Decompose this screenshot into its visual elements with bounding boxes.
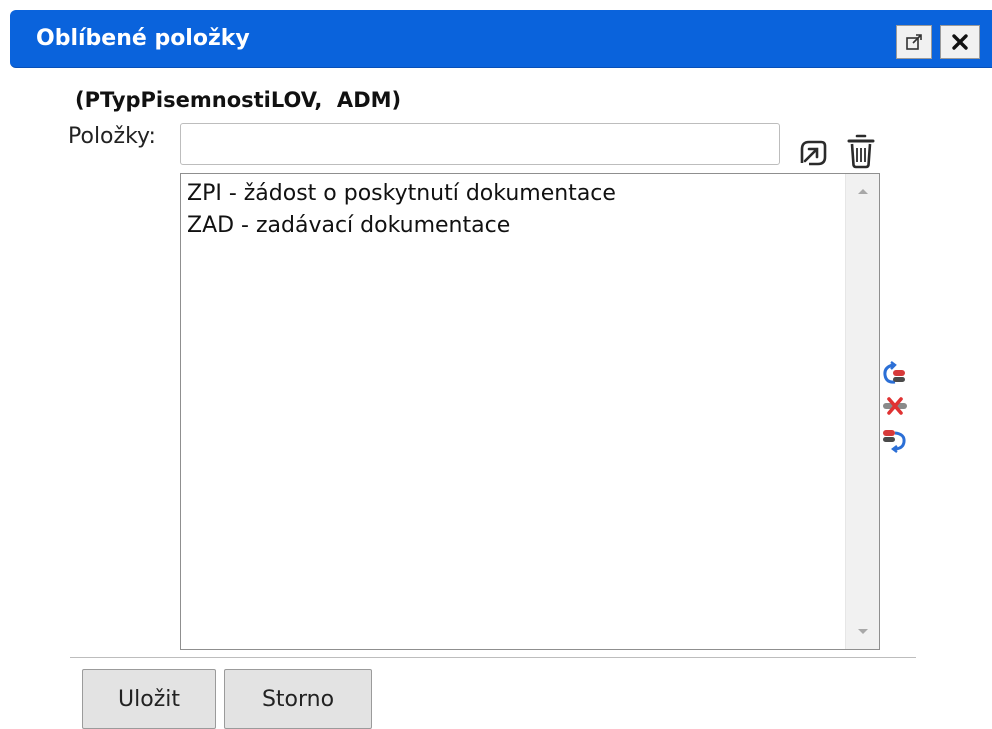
close-icon (952, 34, 968, 50)
save-button[interactable]: Uložit (82, 669, 216, 729)
listbox-scrollbar[interactable] (845, 174, 879, 649)
add-item-button[interactable] (796, 136, 830, 170)
close-button[interactable] (940, 25, 980, 59)
dialog-titlebar: Oblíbené položky (10, 10, 992, 68)
refresh-icon (883, 361, 905, 384)
add-arrow-icon (800, 140, 827, 166)
popout-icon (906, 34, 922, 50)
dialog-subtitle: (PTypPisemnostiLOV, ADM) (75, 88, 402, 112)
list-items: ZPI - žádost o poskytnutí dokumentace ZA… (187, 178, 839, 242)
dialog-title: Oblíbené položky (36, 26, 250, 51)
scroll-up-icon (858, 189, 868, 194)
items-label: Položky: (68, 124, 156, 149)
remove-icon (883, 397, 907, 415)
refresh-button[interactable] (880, 360, 910, 388)
scroll-up-button[interactable] (846, 178, 880, 204)
list-item[interactable]: ZAD - zadávací dokumentace (187, 210, 839, 242)
remove-button[interactable] (880, 392, 910, 420)
delete-item-button[interactable] (844, 132, 878, 170)
popout-button[interactable] (896, 25, 932, 59)
cancel-button[interactable]: Storno (224, 669, 372, 729)
items-input[interactable] (180, 123, 780, 165)
scroll-down-button[interactable] (846, 619, 880, 645)
redo-button[interactable] (880, 426, 910, 454)
redo-icon (883, 430, 906, 453)
trash-icon (847, 134, 875, 169)
favorites-listbox[interactable]: ZPI - žádost o poskytnutí dokumentace ZA… (180, 173, 880, 650)
scroll-down-icon (858, 629, 868, 634)
footer-divider (70, 657, 916, 658)
list-item[interactable]: ZPI - žádost o poskytnutí dokumentace (187, 178, 839, 210)
